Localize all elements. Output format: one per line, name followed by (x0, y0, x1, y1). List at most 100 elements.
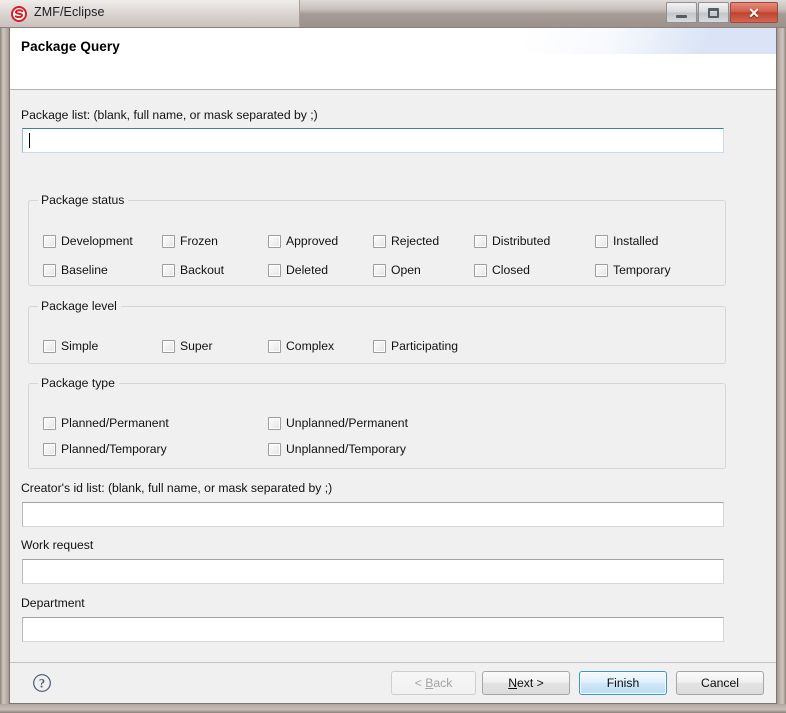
checkbox-label: Open (391, 263, 421, 277)
work-request-input[interactable] (22, 559, 724, 584)
checkbox-box (268, 264, 281, 277)
checkbox-box (373, 235, 386, 248)
checkbox-box (43, 417, 56, 430)
checkbox-complex[interactable]: Complex (268, 340, 334, 353)
window-frame-left (0, 0, 9, 713)
checkbox-distributed[interactable]: Distributed (474, 235, 550, 248)
title-bar[interactable]: ZMF/Eclipse ✕ (0, 0, 786, 28)
cancel-button-label: Cancel (701, 676, 739, 690)
checkbox-installed[interactable]: Installed (595, 235, 658, 248)
checkbox-approved[interactable]: Approved (268, 235, 338, 248)
help-question-icon[interactable]: ? (32, 673, 52, 693)
checkbox-box (268, 340, 281, 353)
cancel-button[interactable]: Cancel (676, 671, 764, 695)
maximize-icon (708, 7, 719, 18)
checkbox-baseline[interactable]: Baseline (43, 264, 108, 277)
checkbox-planned-temporary[interactable]: Planned/Temporary (43, 443, 167, 456)
checkbox-simple[interactable]: Simple (43, 340, 98, 353)
package-status-legend: Package status (38, 193, 129, 207)
checkbox-box (595, 264, 608, 277)
close-icon: ✕ (748, 4, 760, 21)
checkbox-box (268, 443, 281, 456)
checkbox-label: Backout (180, 263, 225, 277)
package-level-group: Package level Simple Super Complex Parti… (28, 299, 726, 364)
checkbox-rejected[interactable]: Rejected (373, 235, 439, 248)
checkbox-box (268, 417, 281, 430)
checkbox-box (474, 264, 487, 277)
checkbox-label: Deleted (286, 263, 329, 277)
header-banner-graphic (526, 28, 776, 54)
checkbox-deleted[interactable]: Deleted (268, 264, 328, 277)
dialog-footer: ? < Back Next > Finish Cancel (10, 663, 776, 703)
department-input[interactable] (22, 617, 724, 642)
serena-s-logo-icon (11, 6, 27, 22)
checkbox-box (162, 264, 175, 277)
checkbox-label: Frozen (180, 234, 218, 248)
application-window: ZMF/Eclipse ✕ Package Query Package list… (0, 0, 786, 713)
checkbox-closed[interactable]: Closed (474, 264, 530, 277)
checkbox-label: Planned/Temporary (61, 442, 167, 456)
package-type-group: Package type Planned/Permanent Unplanned… (28, 376, 726, 469)
maximize-button[interactable] (698, 2, 729, 23)
checkbox-temporary[interactable]: Temporary (595, 264, 671, 277)
creator-id-list-label: Creator's id list: (blank, full name, or… (21, 481, 333, 495)
checkbox-label: Development (61, 234, 133, 248)
window-frame-bottom (0, 704, 786, 713)
checkbox-development[interactable]: Development (43, 235, 133, 248)
page-title: Package Query (21, 39, 120, 54)
checkbox-label: Planned/Permanent (61, 416, 169, 430)
checkbox-label: Approved (286, 234, 339, 248)
checkbox-participating[interactable]: Participating (373, 340, 458, 353)
checkbox-backout[interactable]: Backout (162, 264, 224, 277)
checkbox-label: Temporary (613, 263, 671, 277)
checkbox-label: Unplanned/Permanent (286, 416, 408, 430)
checkbox-box (43, 340, 56, 353)
checkbox-box (373, 264, 386, 277)
window-controls: ✕ (665, 2, 778, 24)
checkbox-open[interactable]: Open (373, 264, 421, 277)
creator-id-list-input[interactable] (22, 502, 724, 527)
checkbox-box (162, 340, 175, 353)
checkbox-label: Unplanned/Temporary (286, 442, 406, 456)
checkbox-box (373, 340, 386, 353)
back-button[interactable]: < Back (391, 671, 476, 695)
svg-text:?: ? (39, 677, 45, 691)
window-title: ZMF/Eclipse (34, 5, 105, 19)
checkbox-box (43, 443, 56, 456)
checkbox-box (162, 235, 175, 248)
package-list-label: Package list: (blank, full name, or mask… (21, 108, 318, 122)
work-request-label: Work request (21, 538, 94, 552)
next-button[interactable]: Next > (482, 671, 570, 695)
package-status-group: Package status Development Frozen Approv… (28, 193, 726, 286)
wizard-body: Package list: (blank, full name, or mask… (10, 90, 776, 663)
package-level-legend: Package level (38, 299, 121, 313)
checkbox-box (43, 264, 56, 277)
window-frame-right (777, 0, 786, 713)
dialog-client-area: Package Query Package list: (blank, full… (9, 28, 777, 704)
back-button-label: < Back (414, 676, 453, 690)
checkbox-label: Installed (613, 234, 659, 248)
next-button-label: Next > (508, 676, 544, 690)
package-type-legend: Package type (38, 376, 119, 390)
checkbox-unplanned-permanent[interactable]: Unplanned/Permanent (268, 417, 408, 430)
package-list-input[interactable] (22, 128, 724, 153)
checkbox-frozen[interactable]: Frozen (162, 235, 218, 248)
checkbox-label: Distributed (492, 234, 551, 248)
minimize-icon (676, 14, 687, 18)
minimize-button[interactable] (666, 2, 697, 23)
checkbox-box (474, 235, 487, 248)
finish-button-label: Finish (606, 676, 640, 690)
checkbox-planned-permanent[interactable]: Planned/Permanent (43, 417, 169, 430)
checkbox-box (43, 235, 56, 248)
close-button[interactable]: ✕ (730, 2, 778, 23)
finish-button[interactable]: Finish (579, 671, 667, 695)
checkbox-label: Simple (61, 339, 99, 353)
text-caret (29, 133, 30, 148)
checkbox-label: Closed (492, 263, 530, 277)
checkbox-label: Baseline (61, 263, 108, 277)
checkbox-super[interactable]: Super (162, 340, 213, 353)
checkbox-box (595, 235, 608, 248)
checkbox-label: Super (180, 339, 213, 353)
checkbox-label: Complex (286, 339, 335, 353)
checkbox-unplanned-temporary[interactable]: Unplanned/Temporary (268, 443, 406, 456)
